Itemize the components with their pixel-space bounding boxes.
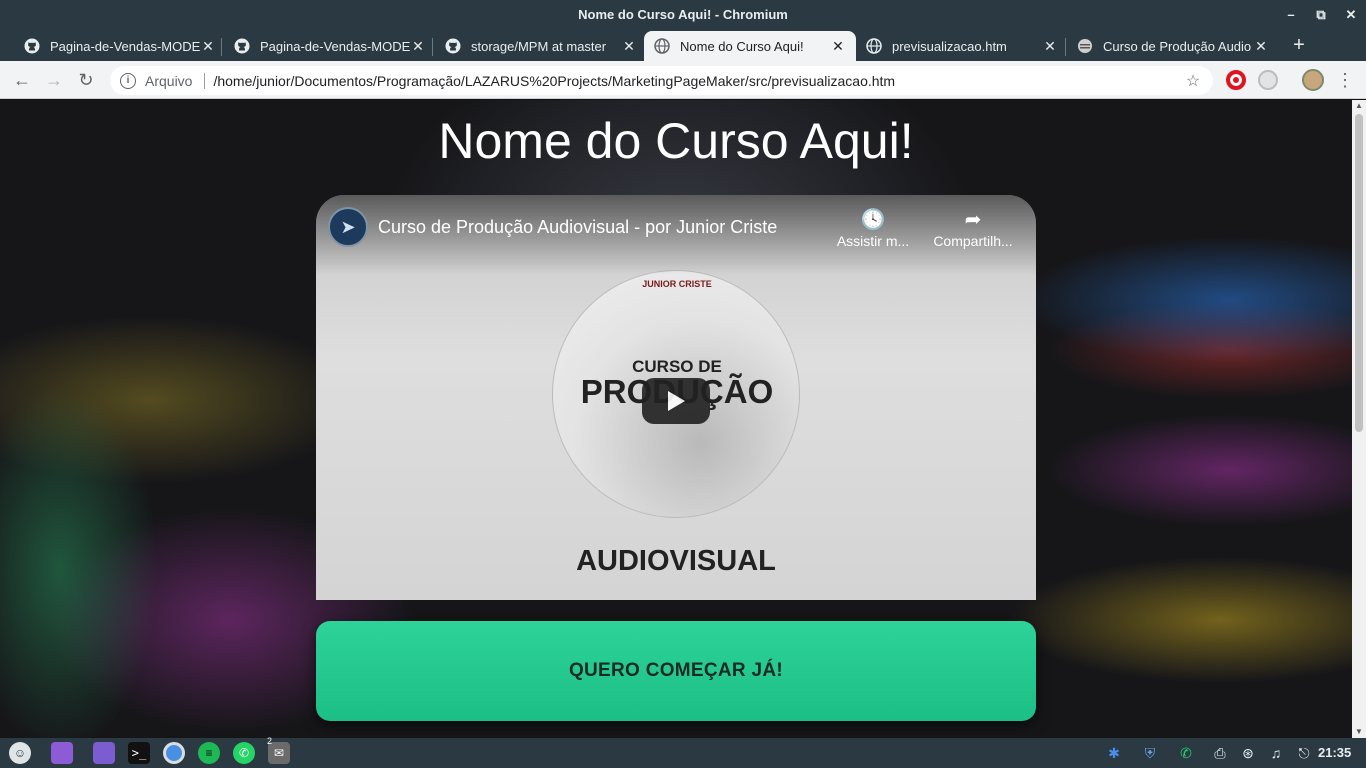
window-title: Nome do Curso Aqui! - Chromium [578, 7, 788, 22]
new-tab-button[interactable]: + [1288, 33, 1310, 57]
launcher-icon[interactable]: ☺ [9, 742, 31, 764]
scroll-thumb[interactable] [1355, 114, 1363, 432]
spotify-icon[interactable]: ≡ [198, 742, 220, 764]
tab-strip: Pagina-de-Vendas-MODE ✕ Pagina-de-Vendas… [0, 29, 1366, 61]
forward-button[interactable]: → [42, 68, 66, 92]
taskbar-badge: 2 [267, 736, 273, 746]
share-button[interactable]: ➦ Compartilh... [928, 207, 1018, 249]
tab-title: Nome do Curso Aqui! [680, 38, 804, 54]
page-viewport: Nome do Curso Aqui! JUNIOR CRISTE CURSO … [0, 100, 1352, 738]
clock-icon: 🕓 [860, 209, 886, 231]
cover-line-3: AUDIOVISUAL [576, 545, 776, 577]
github-icon [234, 38, 250, 54]
video-title[interactable]: Curso de Produção Audiovisual - por Juni… [378, 217, 777, 238]
scroll-up-icon[interactable]: ▲ [1352, 100, 1366, 112]
opera-extension-icon[interactable] [1226, 70, 1246, 90]
bookmark-star-icon[interactable]: ☆ [1183, 71, 1203, 91]
address-scheme: Arquivo [145, 72, 193, 89]
tab-divider [432, 38, 433, 56]
reload-button[interactable]: ↻ [74, 68, 98, 92]
watch-later-button[interactable]: 🕓 Assistir m... [828, 207, 918, 249]
tab-previsualizacao[interactable]: previsualizacao.htm ✕ [856, 31, 1068, 61]
browser-toolbar: ← → ↻ i Arquivo /home/junior/Documentos/… [0, 61, 1366, 99]
tab-divider [221, 38, 222, 56]
address-bar[interactable]: i Arquivo /home/junior/Documentos/Progra… [110, 66, 1213, 95]
chromium-icon[interactable] [163, 742, 185, 764]
address-divider [204, 72, 206, 89]
clipboard-icon[interactable]: ⎋ [1293, 742, 1315, 764]
play-button[interactable] [642, 378, 710, 424]
bluetooth-icon[interactable]: ✱ [1103, 742, 1125, 764]
tab-title: Curso de Produção Audio [1103, 38, 1252, 54]
tab-nome-do-curso[interactable]: Nome do Curso Aqui! ✕ [644, 31, 856, 61]
tab-curso-producao[interactable]: Curso de Produção Audio ✕ [1067, 31, 1279, 61]
workspace-icon[interactable] [51, 742, 73, 764]
share-icon: ➦ [964, 209, 982, 231]
extension-icon[interactable] [1258, 70, 1278, 90]
github-icon [24, 38, 40, 54]
whatsapp-tray-icon[interactable]: ✆ [1175, 742, 1197, 764]
browser-menu-icon[interactable]: ⋮ [1336, 68, 1354, 92]
share-label: Compartilh... [933, 233, 1013, 249]
video-embed[interactable]: JUNIOR CRISTE CURSO DE PRODUÇÃO AUDIOVIS… [316, 195, 1036, 600]
tab-title: Pagina-de-Vendas-MODE [260, 38, 410, 54]
close-icon[interactable]: ✕ [1344, 7, 1358, 23]
tab-pagina-vendas-2[interactable]: Pagina-de-Vendas-MODE ✕ [224, 31, 436, 61]
terminal-icon[interactable]: >_ [128, 742, 150, 764]
tab-divider [1065, 38, 1066, 56]
tab-title: storage/MPM at master [471, 38, 607, 54]
folder-icon[interactable] [93, 742, 115, 764]
address-url[interactable]: /home/junior/Documentos/Programação/LAZA… [213, 73, 1183, 89]
close-tab-icon[interactable]: ✕ [410, 38, 426, 55]
back-button[interactable]: ← [10, 68, 34, 92]
course-icon [1077, 38, 1093, 54]
page-title: Nome do Curso Aqui! [438, 113, 914, 169]
clock[interactable]: 21:35 [1318, 738, 1351, 768]
minimize-icon[interactable]: – [1284, 7, 1298, 22]
tab-storage-mpm[interactable]: storage/MPM at master ✕ [435, 31, 647, 61]
mail-icon[interactable]: 2 ✉ [267, 736, 290, 764]
close-tab-icon[interactable]: ✕ [1042, 38, 1058, 55]
channel-avatar[interactable]: ➤ [328, 207, 368, 247]
scroll-down-icon[interactable]: ▼ [1352, 726, 1366, 738]
whatsapp-icon[interactable]: ✆ [233, 742, 255, 764]
cta-button[interactable]: QUERO COMEÇAR JÁ! [316, 621, 1036, 721]
maximize-icon[interactable]: ⧉ [1314, 7, 1328, 23]
window-titlebar: Nome do Curso Aqui! - Chromium – ⧉ ✕ [0, 0, 1366, 29]
close-tab-icon[interactable]: ✕ [1253, 38, 1269, 55]
close-tab-icon[interactable]: ✕ [200, 38, 216, 55]
close-tab-icon[interactable]: ✕ [621, 38, 637, 55]
info-icon[interactable]: i [120, 72, 136, 89]
music-icon[interactable]: ♫ [1265, 742, 1287, 764]
tab-pagina-vendas-1[interactable]: Pagina-de-Vendas-MODE ✕ [14, 31, 226, 61]
globe-icon [654, 38, 670, 54]
close-tab-icon[interactable]: ✕ [830, 38, 846, 55]
shield-icon[interactable]: ⛨ [1139, 742, 1161, 764]
profile-avatar[interactable] [1302, 69, 1324, 91]
printer-icon[interactable]: ⎙ [1209, 742, 1231, 764]
github-icon [445, 38, 461, 54]
cover-author: JUNIOR CRISTE [642, 279, 712, 289]
wifi-icon[interactable]: ⊛ [1237, 742, 1259, 764]
play-icon [668, 391, 685, 411]
page-scrollbar[interactable]: ▲ ▼ [1352, 100, 1366, 738]
window-controls: – ⧉ ✕ [1284, 0, 1358, 29]
tab-title: Pagina-de-Vendas-MODE [50, 38, 200, 54]
watch-later-label: Assistir m... [836, 233, 910, 249]
os-taskbar: ☺ >_ ≡ ✆ 2 ✉ ✱ ⛨ ✆ ⎙ ⊛ ♫ ⎋ 21:35 [0, 736, 1366, 768]
globe-icon [866, 38, 882, 54]
tab-title: previsualizacao.htm [892, 38, 1007, 54]
